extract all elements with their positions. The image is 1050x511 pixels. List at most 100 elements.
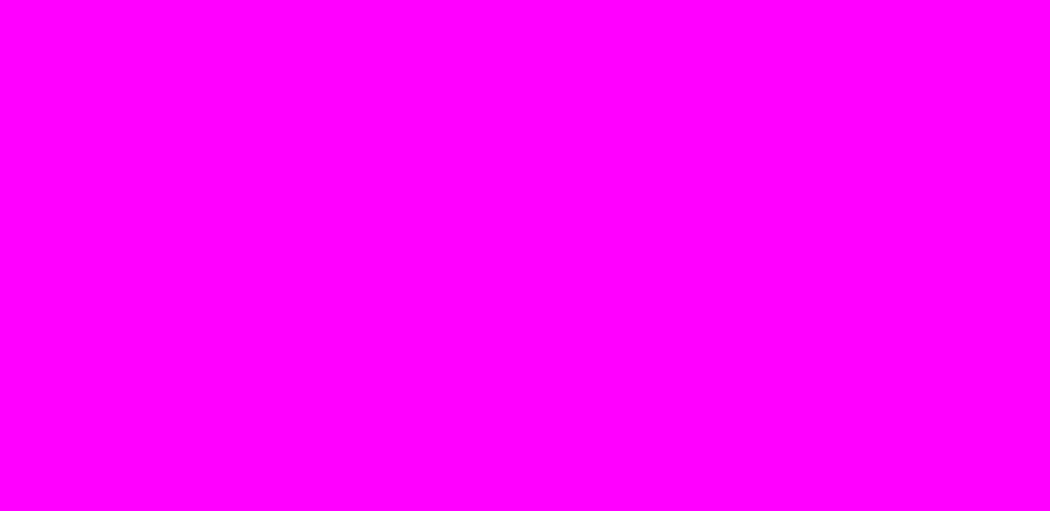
chip-arrow-label: Arrow xyxy=(222,63,258,79)
blue-figure-graphic[interactable]: › xyxy=(294,350,356,408)
text-align-icon xyxy=(735,6,752,23)
sidebar-label-text: Text xyxy=(22,221,42,233)
chip-frame[interactable]: Frame xyxy=(132,54,200,88)
rounded-square-shape[interactable] xyxy=(131,249,183,301)
sidebar-label-templates: Templates xyxy=(8,44,56,56)
search-placeholder: Search anything from Canva xyxy=(108,14,292,30)
text-align-button[interactable] xyxy=(731,2,755,26)
recently-used-strip: › xyxy=(72,123,364,201)
add-page-icon[interactable] xyxy=(983,56,1000,73)
italic-button[interactable]: I xyxy=(684,2,708,26)
resize-handle-bottom-left[interactable] xyxy=(721,319,731,329)
sidebar-item-templates[interactable]: Templates xyxy=(6,8,58,67)
section-title-recently-used: Recently used xyxy=(72,104,167,120)
animate-icon xyxy=(941,6,957,22)
chevron-down-icon: ▾ xyxy=(500,8,506,20)
canvas-workspace: Vamos es ar + Add page xyxy=(372,28,1050,511)
monstera-leaf-graphic[interactable]: ♛ xyxy=(220,350,282,408)
orange-flower-sticker[interactable] xyxy=(72,468,134,511)
resize-handle-top-left[interactable] xyxy=(721,184,731,194)
sidebar-item-styles[interactable]: Styles xyxy=(6,303,58,362)
photos-icon xyxy=(21,255,43,277)
font-size-decrease-button[interactable]: − xyxy=(522,4,544,24)
section-header-stickers: Stickers See all xyxy=(72,444,360,460)
elements-icon xyxy=(21,78,43,100)
effects-button[interactable]: Effects xyxy=(857,2,911,26)
chevron-left-icon: ‹ xyxy=(361,275,367,291)
text-selection-box[interactable] xyxy=(721,184,1005,329)
line-spacing-button[interactable] xyxy=(810,2,834,26)
papaya-graphic[interactable]: ♛ xyxy=(72,350,134,408)
toolbar-divider xyxy=(719,5,720,23)
rotate-handle[interactable] xyxy=(850,346,873,369)
toolbar-divider xyxy=(766,5,767,23)
chip-line-label: Line xyxy=(84,63,110,79)
text-toolbar: League Spartan ▾ − 83 + B I Effects Anim… xyxy=(372,0,1050,28)
font-family-select[interactable]: League Spartan ▾ xyxy=(378,3,513,25)
section-header-lines-shapes: Lines & Shapes See all xyxy=(72,224,360,240)
panel-search-wrapper: Search anything from Canva xyxy=(70,2,346,42)
line-spacing-icon xyxy=(814,6,831,23)
resize-handle-right[interactable] xyxy=(997,246,1004,267)
sidebar-item-uploads[interactable]: Uploads xyxy=(6,126,58,185)
chip-circle-label: Circle xyxy=(294,63,330,79)
panel-collapse-button[interactable]: ‹ xyxy=(357,266,371,300)
background-icon xyxy=(21,432,43,454)
bulleted-list-button[interactable] xyxy=(778,2,802,26)
sidebar-label-background: Background xyxy=(4,457,60,469)
toolbar-divider xyxy=(845,5,846,23)
pink-shape-sticker[interactable] xyxy=(296,468,344,511)
chip-line[interactable]: Line xyxy=(70,54,124,88)
duplicate-rotate-button[interactable] xyxy=(1009,192,1040,223)
font-family-value: League Spartan xyxy=(387,7,476,21)
chip-square-label: Square xyxy=(366,63,372,79)
flower-bouquet-graphic[interactable] xyxy=(146,350,208,408)
sidebar-item-elements[interactable]: Elements xyxy=(6,67,58,126)
drag-cursor-icon xyxy=(715,136,737,168)
see-all-lines-shapes[interactable]: See all xyxy=(320,226,360,240)
templates-icon xyxy=(21,19,43,41)
section-header-graphics: Graphics See all xyxy=(72,324,360,340)
font-size-increase-button[interactable]: + xyxy=(578,4,600,24)
lines-shapes-strip: › xyxy=(72,248,364,302)
vertical-divider xyxy=(197,123,199,195)
graphics-strip: ♛ ♛ › xyxy=(72,348,364,410)
chip-frame-label: Frame xyxy=(146,63,186,79)
sidebar-item-photos[interactable]: Photos xyxy=(6,244,58,303)
sidebar-label-videos: Videos xyxy=(16,398,48,410)
graphics-next-button[interactable]: › xyxy=(306,366,328,388)
square-shape[interactable] xyxy=(72,249,124,301)
chip-arrow[interactable]: Arrow xyxy=(208,54,272,88)
duplicate-page-icon[interactable] xyxy=(950,56,967,73)
sidebar-item-background[interactable]: Background xyxy=(4,421,60,480)
sidebar-label-photos: Photos xyxy=(15,280,49,292)
sidebar-item-text[interactable]: Text xyxy=(6,185,58,244)
resize-handle-top-right[interactable] xyxy=(995,184,1005,194)
see-all-recently-used[interactable]: See all xyxy=(320,106,360,120)
chip-circle[interactable]: Circle xyxy=(280,54,344,88)
pro-crown-badge: ♛ xyxy=(260,392,280,406)
text-color-icon xyxy=(622,4,642,25)
pro-crown-badge: ♛ xyxy=(112,392,132,406)
arrow-shape[interactable] xyxy=(249,249,301,301)
see-all-graphics[interactable]: See all xyxy=(320,326,360,340)
search-icon xyxy=(82,14,99,31)
bold-button[interactable]: B xyxy=(652,2,676,26)
sidebar-label-elements: Elements xyxy=(10,103,54,115)
search-input[interactable]: Search anything from Canva xyxy=(70,2,346,42)
recently-used-next-button[interactable]: › xyxy=(334,152,356,174)
toolbar-divider xyxy=(921,5,923,23)
font-size-input[interactable]: 83 xyxy=(544,4,578,24)
line-shape[interactable] xyxy=(190,249,242,301)
resize-handle-bottom-right[interactable] xyxy=(995,319,1005,329)
italic-label: I xyxy=(693,6,699,21)
line-doodle-sticker[interactable] xyxy=(168,468,224,511)
text-color-button[interactable] xyxy=(620,2,644,26)
see-all-stickers[interactable]: See all xyxy=(320,446,360,460)
fish-illustration[interactable] xyxy=(128,130,200,201)
section-title-stickers: Stickers xyxy=(72,444,127,460)
animate-button[interactable]: Animate xyxy=(934,2,1018,26)
sidebar-item-videos[interactable]: Videos xyxy=(6,362,58,421)
lines-shapes-next-button[interactable]: › xyxy=(334,264,356,286)
resize-handle-left[interactable] xyxy=(722,246,729,267)
